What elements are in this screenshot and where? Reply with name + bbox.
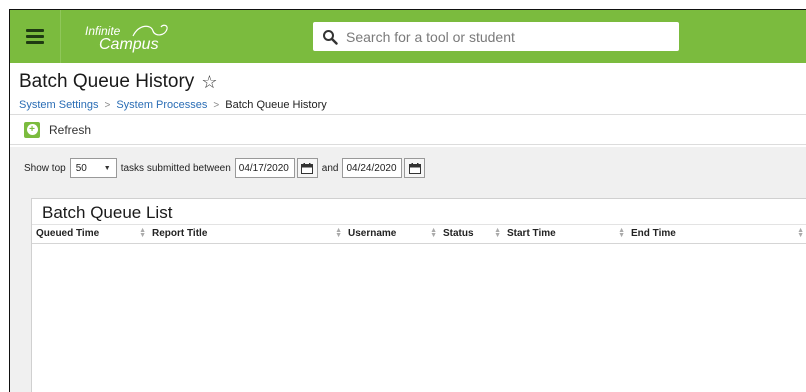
refresh-button[interactable]: + Refresh xyxy=(24,121,92,138)
refresh-label: Refresh xyxy=(49,122,92,137)
infinite-campus-logo[interactable]: Infinite Campus xyxy=(85,20,185,54)
action-bar: + Refresh xyxy=(10,115,806,145)
logo-line1: Infinite xyxy=(85,23,121,38)
menu-button[interactable] xyxy=(10,10,61,63)
column-report-title[interactable]: Report Title ▲ ▼ xyxy=(148,225,344,244)
column-end-time[interactable]: End Time ▲ ▼ xyxy=(627,225,806,244)
breadcrumb-current: Batch Queue History xyxy=(225,99,327,111)
end-date-calendar-icon[interactable] xyxy=(404,158,426,178)
sort-icon: ▲ ▼ xyxy=(618,227,625,239)
list-title: Batch Queue List xyxy=(32,199,806,225)
batch-queue-table: Queued Time ▲ ▼ Report Title ▲ ▼ Username ▲ ▼ … xyxy=(32,225,806,244)
favorite-star-icon[interactable]: ☆ xyxy=(201,72,217,93)
sort-icon: ▲ ▼ xyxy=(139,227,146,239)
page-title-row: Batch Queue History ☆ xyxy=(19,63,806,93)
column-queued-time[interactable]: Queued Time ▲ ▼ xyxy=(32,225,148,244)
top-count-value: 50 xyxy=(75,162,87,174)
end-date-input[interactable] xyxy=(342,158,403,178)
batch-queue-list-panel: Batch Queue List Queued Time ▲ ▼ Report Ti… xyxy=(31,198,806,392)
show-top-label: Show top xyxy=(24,162,66,174)
search-box[interactable] xyxy=(313,22,679,51)
sort-icon: ▲ ▼ xyxy=(494,227,501,239)
refresh-plus-icon: + xyxy=(24,121,40,138)
breadcrumb-system-processes[interactable]: System Processes xyxy=(116,99,207,111)
chevron-right-icon: > xyxy=(104,99,111,111)
column-status[interactable]: Status ▲ ▼ xyxy=(439,225,503,244)
breadcrumb-system-settings[interactable]: System Settings xyxy=(19,99,98,111)
chevron-right-icon: > xyxy=(213,99,220,111)
search-icon xyxy=(322,29,338,45)
page-header: Batch Queue History ☆ System Settings > … xyxy=(10,63,806,115)
app-window: Infinite Campus Batch Queue History ☆ Sy… xyxy=(9,9,806,392)
sort-icon: ▲ ▼ xyxy=(797,227,804,239)
hamburger-icon xyxy=(26,26,44,47)
sort-icon: ▲ ▼ xyxy=(430,227,437,239)
column-username[interactable]: Username ▲ ▼ xyxy=(344,225,439,244)
page-title: Batch Queue History xyxy=(19,71,195,92)
search-input[interactable] xyxy=(346,28,666,45)
column-start-time[interactable]: Start Time ▲ ▼ xyxy=(503,225,627,244)
between-label: tasks submitted between xyxy=(120,162,231,174)
sort-icon: ▲ ▼ xyxy=(335,227,342,239)
top-bar: Infinite Campus xyxy=(10,10,806,63)
breadcrumb: System Settings > System Processes > Bat… xyxy=(19,99,806,111)
start-date-input[interactable] xyxy=(234,158,295,178)
logo-swoosh-icon xyxy=(132,24,168,36)
top-count-select[interactable]: 50 ▼ xyxy=(69,158,117,178)
dropdown-arrow-icon: ▼ xyxy=(103,164,111,172)
and-label: and xyxy=(321,162,339,174)
filter-row: Show top 50 ▼ tasks submitted between an… xyxy=(24,155,806,181)
table-header-row: Queued Time ▲ ▼ Report Title ▲ ▼ Username ▲ ▼ … xyxy=(32,225,806,244)
start-date-calendar-icon[interactable] xyxy=(296,158,318,178)
